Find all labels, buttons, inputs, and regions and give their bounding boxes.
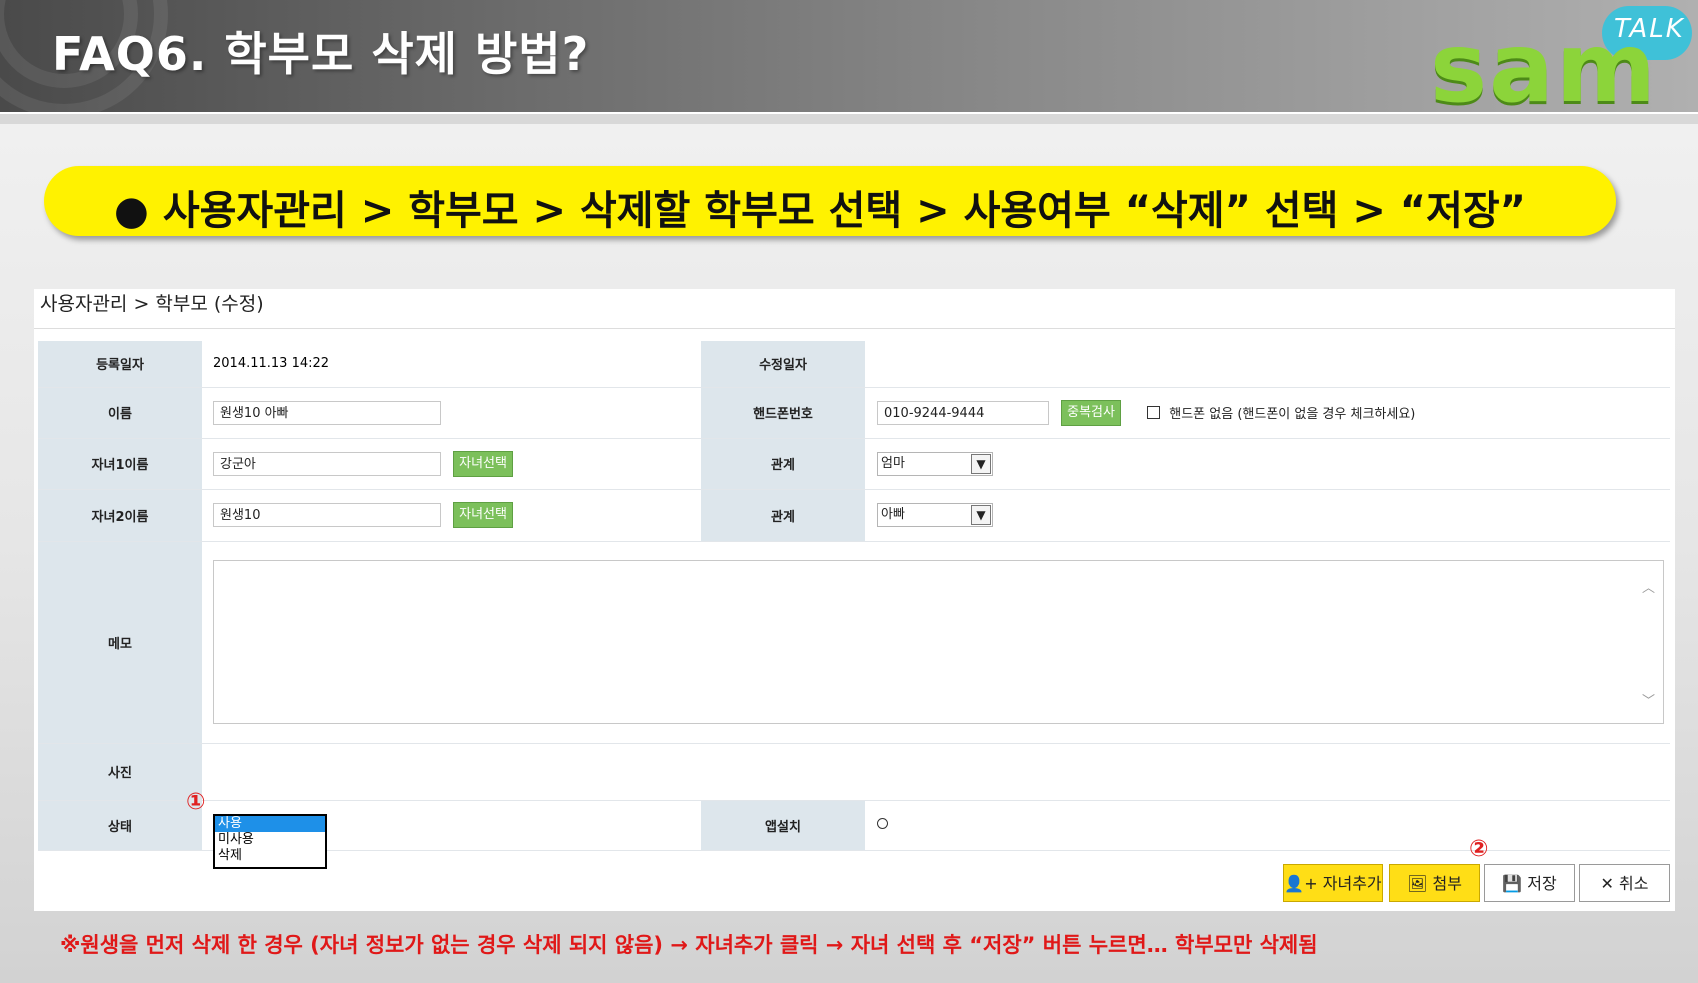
chevron-down-icon[interactable]: ▼ — [971, 505, 991, 525]
status-option-use[interactable]: 사용 — [215, 816, 325, 832]
name-cell: 원생10 아빠 — [202, 387, 701, 439]
no-phone-label: 핸드폰 없음 (핸드폰이 없을 경우 체크하세요) — [1169, 407, 1416, 422]
relation2-cell: 아빠 ▼ — [865, 489, 1670, 542]
child2-label: 자녀2이름 — [38, 489, 202, 542]
status-option-delete[interactable]: 삭제 — [215, 848, 325, 864]
cancel-label: 취소 — [1619, 874, 1649, 893]
add-child-button[interactable]: 👤+ 자녀추가 — [1283, 864, 1383, 902]
form-row: 자녀1이름 강군아 자녀선택 관계 엄마 ▼ — [38, 438, 1670, 490]
modified-value — [865, 341, 1670, 388]
save-button[interactable]: 💾 저장 — [1484, 864, 1575, 902]
deletion-note: ※원생을 먼저 삭제 한 경우 (자녀 정보가 없는 경우 삭제 되지 않음) … — [60, 933, 1318, 957]
scroll-down-icon[interactable]: ﹀ — [1642, 690, 1655, 709]
memo-cell: ︿ ﹀ — [202, 541, 1670, 744]
form-row: 사진 — [38, 743, 1670, 801]
form-row: 자녀2이름 원생10 자녀선택 관계 아빠 ▼ — [38, 489, 1670, 542]
attach-label: 첨부 — [1432, 874, 1462, 893]
photo-label: 사진 — [38, 743, 202, 801]
phone-cell: 010-9244-9444 중복검사 핸드폰 없음 (핸드폰이 없을 경우 체크… — [865, 387, 1670, 439]
photo-cell — [202, 743, 1670, 801]
name-label: 이름 — [38, 387, 202, 439]
header-divider — [0, 112, 1698, 124]
relation2-label: 관계 — [701, 489, 865, 542]
parent-edit-panel: 사용자관리 > 학부모 (수정) 등록일자 2014.11.13 14:22 수… — [34, 289, 1675, 911]
relation1-select[interactable]: 엄마 ▼ — [877, 451, 993, 476]
relation2-value: 아빠 — [881, 507, 905, 522]
child1-label: 자녀1이름 — [38, 438, 202, 490]
memo-label: 메모 — [38, 541, 202, 744]
child1-select-button[interactable]: 자녀선택 — [453, 450, 513, 477]
modified-label: 수정일자 — [701, 341, 865, 388]
status-dropdown-list[interactable]: 사용 미사용 삭제 — [213, 814, 327, 869]
x-icon: ✕ — [1600, 874, 1614, 893]
name-input[interactable]: 원생10 아빠 — [213, 400, 441, 425]
child2-select-button[interactable]: 자녀선택 — [453, 502, 513, 528]
child2-input[interactable]: 원생10 — [213, 503, 441, 527]
instruction-text: ● 사용자관리 > 학부모 > 삭제할 학부모 선택 > 사용여부 “삭제” 선… — [114, 188, 1526, 234]
parent-form: 등록일자 2014.11.13 14:22 수정일자 이름 원생10 아빠 핸드… — [38, 341, 1670, 851]
registered-label: 등록일자 — [38, 341, 202, 388]
user-plus-icon: 👤+ — [1284, 874, 1318, 893]
phone-input[interactable]: 010-9244-9444 — [877, 400, 1049, 425]
relation1-label: 관계 — [701, 438, 865, 490]
child2-cell: 원생10 자녀선택 — [202, 489, 701, 542]
add-child-label: 자녀추가 — [1322, 874, 1382, 893]
breadcrumb-divider — [34, 328, 1675, 329]
instruction-banner: ● 사용자관리 > 학부모 > 삭제할 학부모 선택 > 사용여부 “삭제” 선… — [44, 166, 1616, 236]
child1-cell: 강군아 자녀선택 — [202, 438, 701, 490]
relation2-select[interactable]: 아빠 ▼ — [877, 503, 993, 527]
save-label: 저장 — [1527, 874, 1557, 893]
status-label: 상태 — [38, 800, 202, 851]
relation1-cell: 엄마 ▼ — [865, 438, 1670, 490]
relation1-value: 엄마 — [881, 455, 905, 471]
app-install-radio[interactable] — [877, 817, 888, 829]
attach-button[interactable]: 🖼 첨부 — [1389, 864, 1480, 902]
step2-marker: ② — [1469, 836, 1489, 862]
child1-input[interactable]: 강군아 — [213, 451, 441, 476]
app-install-cell — [865, 800, 1670, 851]
duplicate-check-button[interactable]: 중복검사 — [1061, 399, 1121, 426]
app-install-label: 앱설치 — [701, 800, 865, 851]
floppy-icon: 💾 — [1502, 874, 1523, 893]
image-icon: 🖼 — [1407, 874, 1428, 893]
breadcrumb: 사용자관리 > 학부모 (수정) — [40, 293, 264, 315]
slide-header: FAQ6. 학부모 삭제 방법? TALK sam — [0, 0, 1698, 112]
registered-value: 2014.11.13 14:22 — [202, 341, 701, 388]
logo-sam-text: sam — [1430, 12, 1658, 112]
phone-label: 핸드폰번호 — [701, 387, 865, 439]
chevron-down-icon[interactable]: ▼ — [971, 453, 991, 474]
page-title: FAQ6. 학부모 삭제 방법? — [52, 27, 590, 81]
memo-textarea[interactable]: ︿ ﹀ — [213, 560, 1664, 724]
step1-marker: ① — [186, 789, 206, 815]
status-option-unused[interactable]: 미사용 — [215, 832, 325, 848]
form-row: 이름 원생10 아빠 핸드폰번호 010-9244-9444 중복검사 핸드폰 … — [38, 387, 1670, 439]
no-phone-checkbox[interactable] — [1147, 406, 1161, 419]
cancel-button[interactable]: ✕ 취소 — [1579, 864, 1670, 902]
form-row: 등록일자 2014.11.13 14:22 수정일자 — [38, 341, 1670, 388]
scroll-up-icon[interactable]: ︿ — [1642, 577, 1655, 596]
form-row: 메모 ︿ ﹀ — [38, 541, 1670, 744]
